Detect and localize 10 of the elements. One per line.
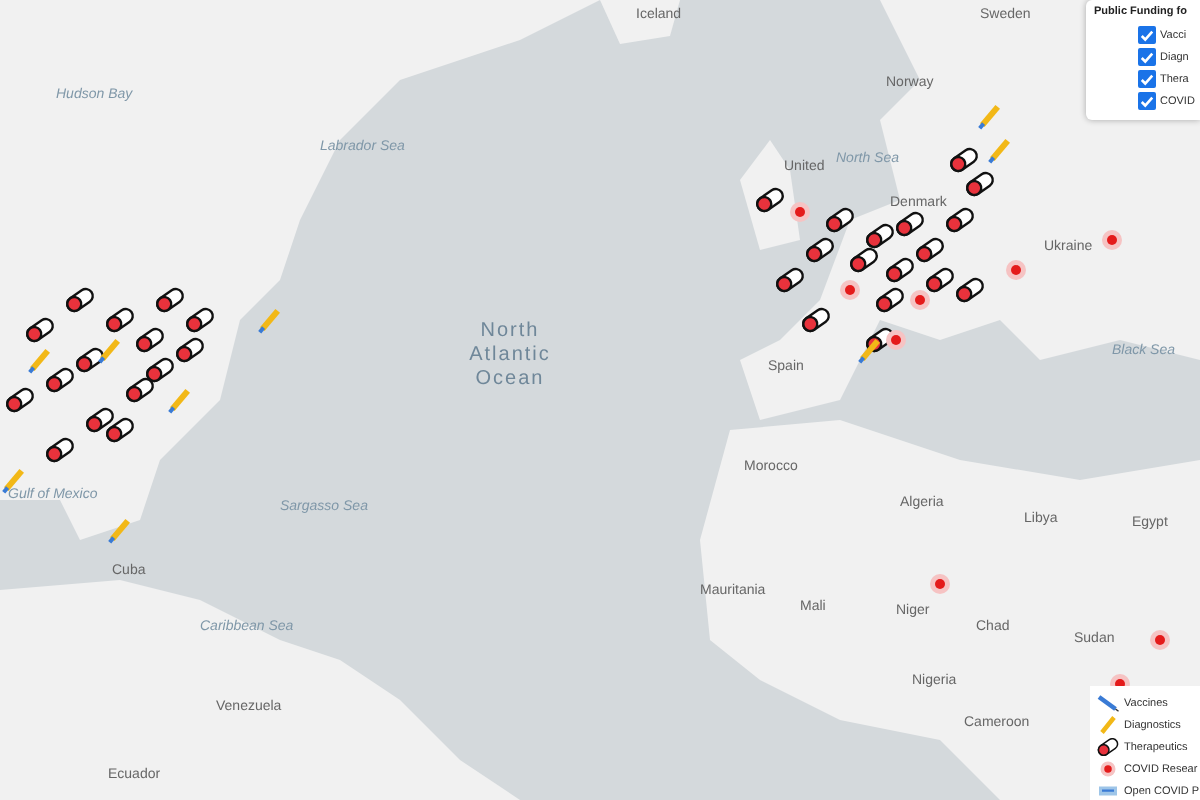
checkbox[interactable] bbox=[1138, 26, 1156, 44]
checkbox[interactable] bbox=[1138, 92, 1156, 110]
diagnostic-icon bbox=[1096, 716, 1120, 734]
therapeutic-icon bbox=[1096, 738, 1120, 756]
checkbox[interactable] bbox=[1138, 48, 1156, 66]
checkbox[interactable] bbox=[1138, 70, 1156, 88]
open-icon bbox=[1096, 782, 1120, 800]
vaccine-icon bbox=[1096, 694, 1120, 712]
research-icon bbox=[1096, 760, 1120, 778]
map-label: North Atlantic Ocean bbox=[467, 320, 553, 392]
